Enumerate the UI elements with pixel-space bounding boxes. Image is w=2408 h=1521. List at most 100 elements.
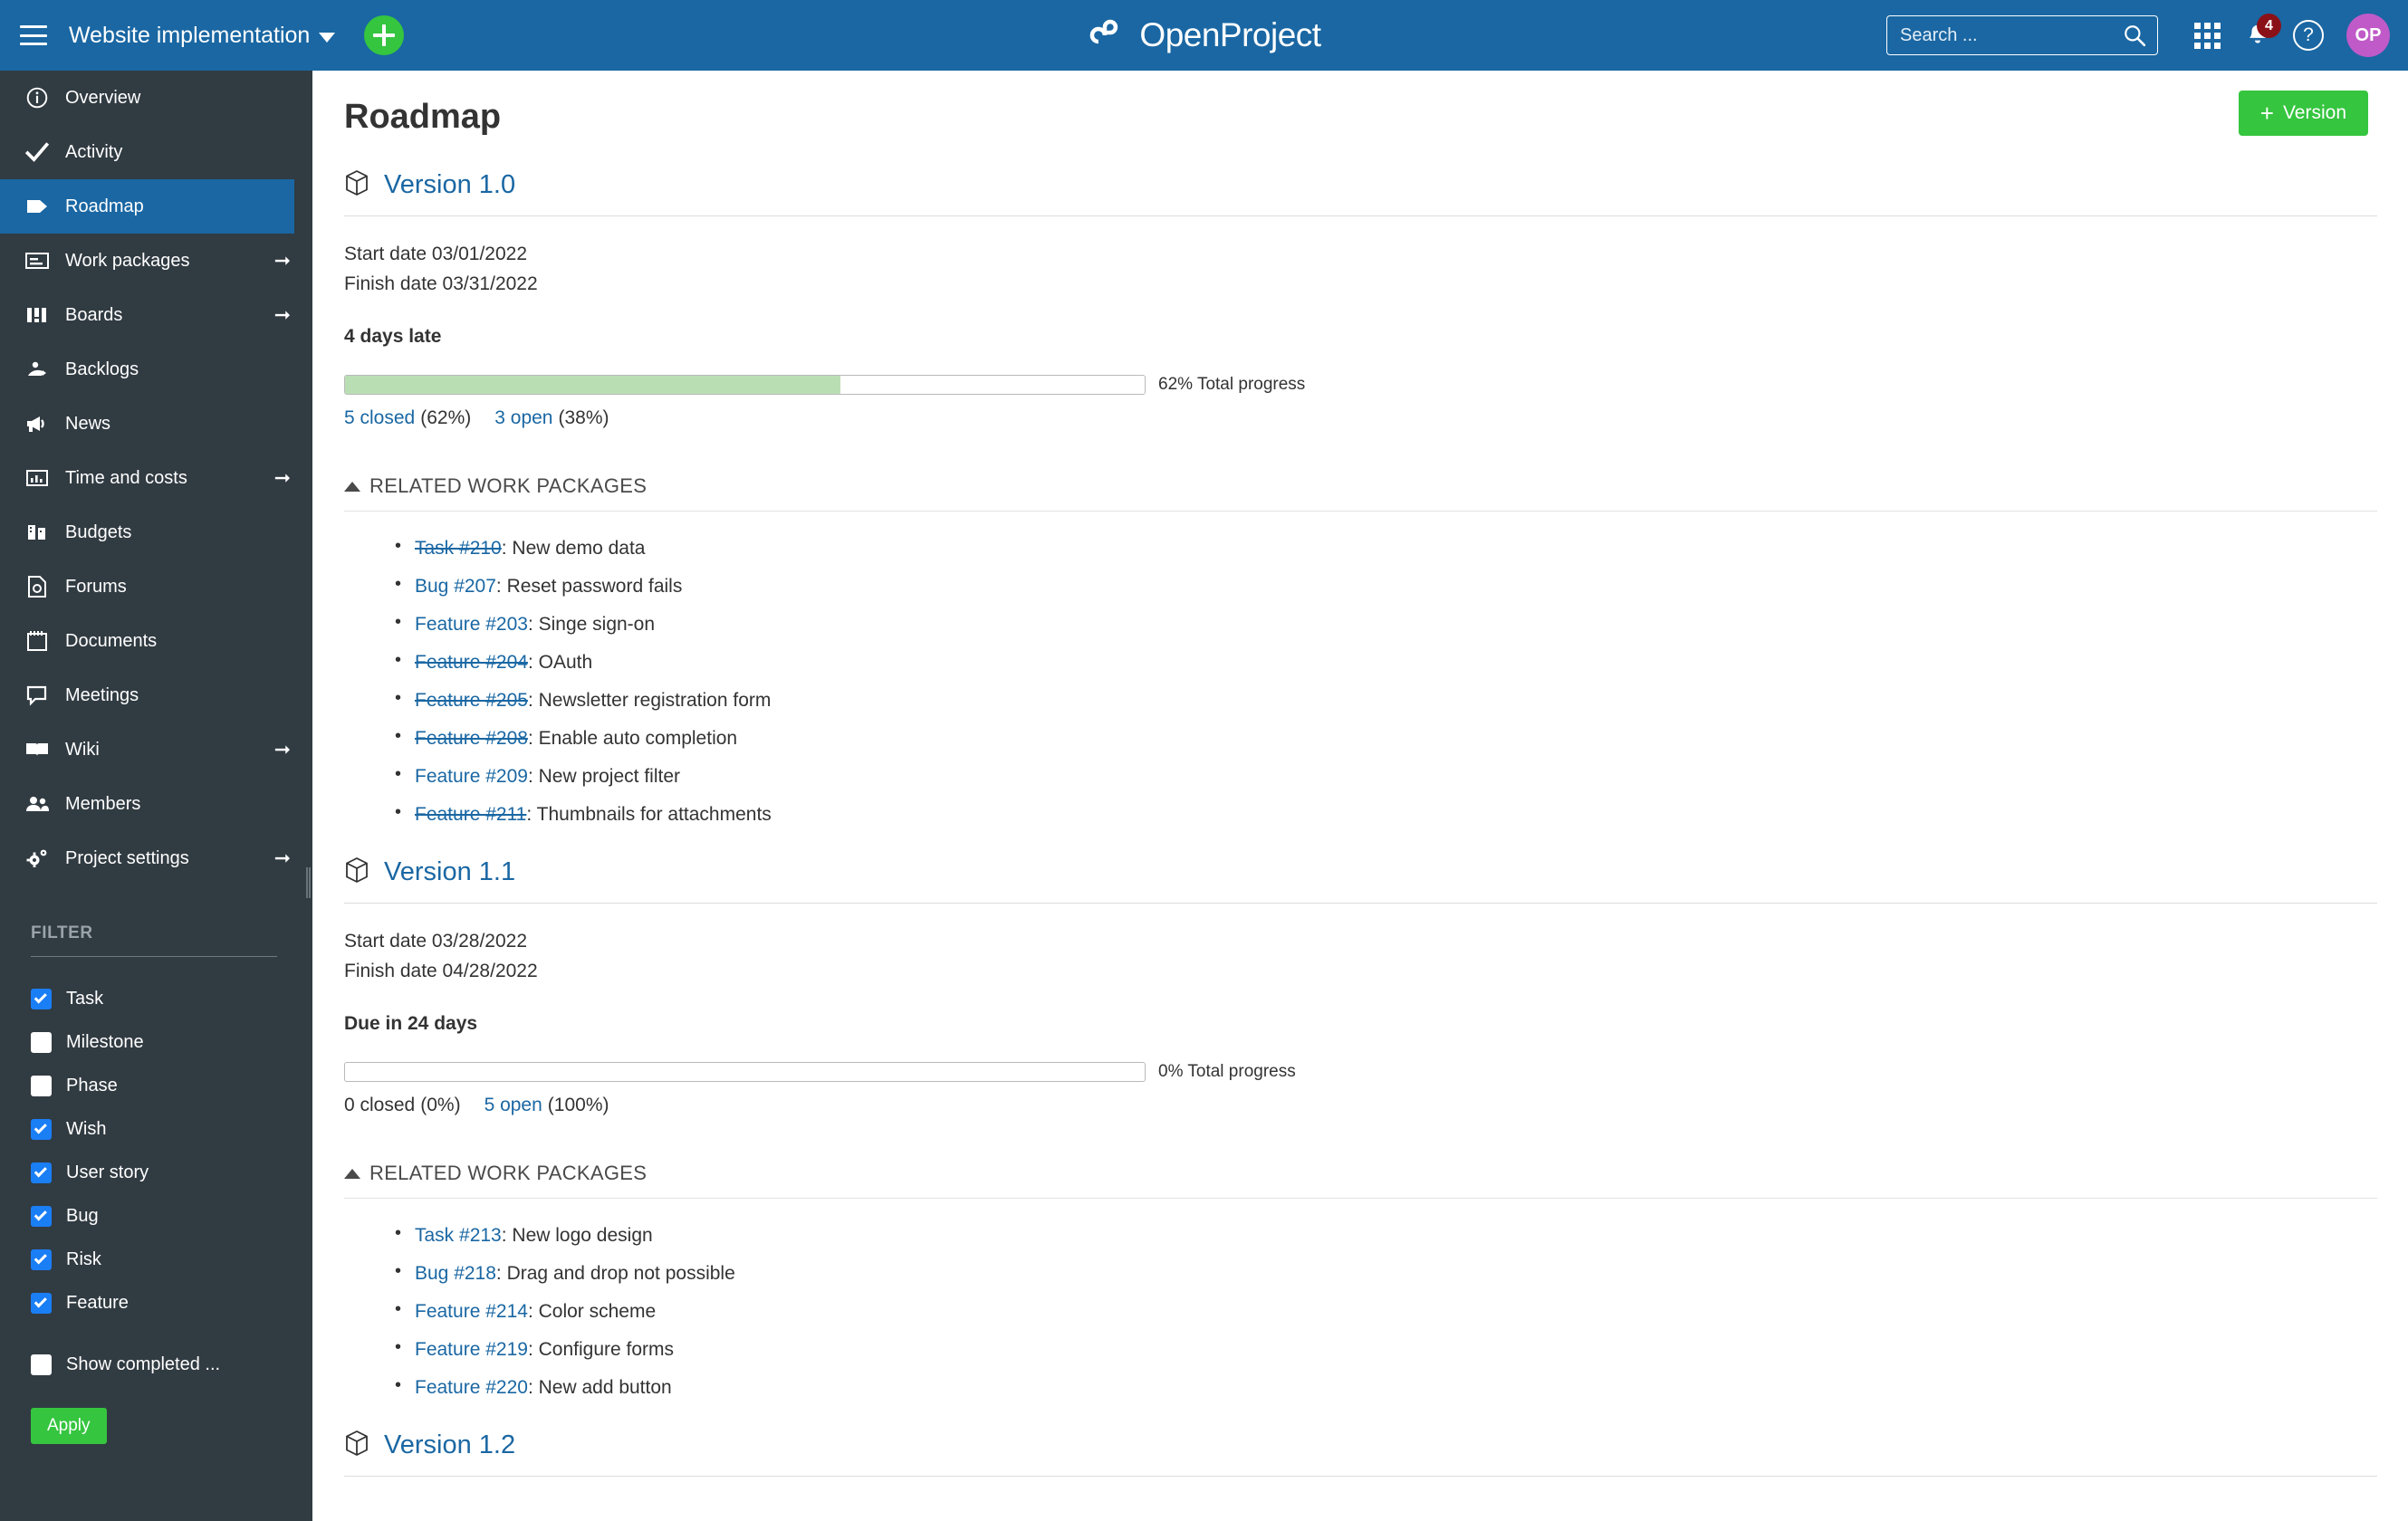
work-package-subject: Color scheme	[538, 1301, 657, 1323]
work-package-separator: :	[527, 690, 539, 712]
checkmark-icon	[22, 139, 53, 165]
version-block: Version 1.0 Start date 03/01/2022 Finish d…	[344, 169, 2377, 825]
gear-icon	[22, 847, 53, 869]
version-status-text: 4 days late	[344, 326, 442, 348]
related-work-packages-label: RELATED WORK PACKAGES	[369, 474, 648, 498]
filter-option-bug[interactable]: Bug	[31, 1194, 291, 1238]
sidebar-item-overview[interactable]: Overview	[0, 71, 312, 125]
work-package-link[interactable]: Feature #208	[415, 728, 528, 749]
list-item: Feature #219: Configure forms	[395, 1338, 2372, 1360]
checkbox-icon[interactable]	[31, 1031, 52, 1053]
open-count-link[interactable]: 3 open	[494, 407, 552, 429]
work-package-link[interactable]: Feature #204	[415, 652, 528, 673]
apply-button[interactable]: Apply	[31, 1408, 107, 1444]
list-item: Feature #214: Color scheme	[395, 1300, 2372, 1323]
list-item: Task #213: New logo design	[395, 1224, 2372, 1246]
sidebar-item-members[interactable]: Members	[0, 777, 312, 831]
checkbox-icon[interactable]	[31, 1162, 52, 1183]
filter-option-task[interactable]: Task	[31, 977, 291, 1020]
filter-option-feature[interactable]: Feature	[31, 1281, 291, 1325]
sidebar-item-label: Time and costs	[65, 467, 187, 488]
related-work-packages-toggle[interactable]: RELATED WORK PACKAGES	[344, 474, 2372, 498]
sidebar-resize-handle[interactable]	[306, 867, 311, 898]
sidebar-item-news[interactable]: News	[0, 397, 312, 451]
grid-icon	[2193, 22, 2221, 49]
sidebar-item-label: Work packages	[65, 250, 190, 271]
add-button[interactable]	[364, 15, 405, 55]
related-work-packages-toggle[interactable]: RELATED WORK PACKAGES	[344, 1162, 2372, 1185]
sidebar-item-meetings[interactable]: Meetings	[0, 668, 312, 722]
work-package-link[interactable]: Bug #207	[415, 576, 496, 597]
list-item: Task #210: New demo data	[395, 537, 2372, 559]
sidebar-item-roadmap[interactable]: Roadmap	[0, 179, 294, 234]
checkbox-icon[interactable]	[31, 1075, 52, 1096]
filter-option-milestone[interactable]: Milestone	[31, 1020, 291, 1064]
filter-label: Feature	[66, 1292, 129, 1313]
version-title-link[interactable]: Version 1.2	[384, 1430, 515, 1460]
work-package-link[interactable]: Feature #220	[415, 1377, 528, 1398]
arrow-right-icon[interactable]: ➞	[274, 738, 291, 761]
checkbox-icon[interactable]	[31, 1354, 52, 1375]
checkbox-icon[interactable]	[31, 1118, 52, 1140]
open-count-link[interactable]: 5 open	[484, 1095, 542, 1116]
notifications-button[interactable]: 4	[2232, 10, 2283, 61]
checkbox-icon[interactable]	[31, 988, 52, 1009]
arrow-right-icon[interactable]: ➞	[274, 466, 291, 490]
closed-count-link[interactable]: 5 closed	[344, 407, 415, 429]
work-package-link[interactable]: Feature #211	[415, 804, 526, 825]
sidebar-item-work-packages[interactable]: Work packages ➞	[0, 234, 312, 288]
checkbox-icon[interactable]	[31, 1205, 52, 1227]
sidebar-item-label: Project settings	[65, 847, 189, 868]
arrow-right-icon[interactable]: ➞	[274, 249, 291, 273]
sidebar-item-forums[interactable]: Forums	[0, 560, 312, 614]
arrow-right-icon[interactable]: ➞	[274, 847, 291, 870]
list-item: Feature #203: Singe sign-on	[395, 613, 2372, 635]
tag-icon	[22, 196, 53, 217]
work-package-link[interactable]: Feature #205	[415, 690, 528, 711]
sidebar-item-time-and-costs[interactable]: Time and costs ➞	[0, 451, 312, 505]
sidebar-item-boards[interactable]: Boards ➞	[0, 288, 312, 342]
sidebar-item-project-settings[interactable]: Project settings ➞	[0, 831, 312, 885]
version-title-link[interactable]: Version 1.0	[384, 170, 515, 200]
search-box[interactable]	[1886, 15, 2158, 55]
project-name: Website implementation	[69, 22, 311, 48]
sidebar-item-backlogs[interactable]: Backlogs	[0, 342, 312, 397]
work-package-link[interactable]: Task #213	[415, 1225, 502, 1246]
filter-option-wish[interactable]: Wish	[31, 1107, 291, 1151]
work-package-link[interactable]: Feature #214	[415, 1301, 528, 1322]
hamburger-icon[interactable]	[20, 25, 47, 45]
sidebar-item-wiki[interactable]: Wiki ➞	[0, 722, 312, 777]
work-package-link[interactable]: Feature #203	[415, 614, 528, 635]
arrow-right-icon[interactable]: ➞	[274, 303, 291, 327]
search-icon[interactable]	[2123, 24, 2146, 47]
sidebar-item-label: Roadmap	[65, 196, 144, 216]
work-package-separator: :	[527, 766, 539, 788]
work-package-subject: Enable auto completion	[538, 728, 738, 750]
work-package-link[interactable]: Task #210	[415, 538, 502, 559]
help-button[interactable]: ?	[2283, 10, 2334, 61]
filter-option-phase[interactable]: Phase	[31, 1064, 291, 1107]
finish-date: Finish date 04/28/2022	[344, 960, 538, 981]
work-package-link[interactable]: Feature #219	[415, 1339, 528, 1360]
work-package-link[interactable]: Bug #218	[415, 1263, 496, 1284]
filter-option-show-completed[interactable]: Show completed ...	[31, 1343, 291, 1386]
add-version-button[interactable]: + Version	[2238, 91, 2368, 136]
page-title: Roadmap	[344, 98, 502, 136]
filter-label: User story	[66, 1162, 149, 1182]
version-title-link[interactable]: Version 1.1	[384, 857, 515, 887]
sidebar-item-budgets[interactable]: Budgets	[0, 505, 312, 560]
checkbox-icon[interactable]	[31, 1292, 52, 1314]
search-input[interactable]	[1900, 24, 2108, 46]
filter-option-risk[interactable]: Risk	[31, 1238, 291, 1281]
checkbox-icon[interactable]	[31, 1248, 52, 1270]
sidebar-item-activity[interactable]: Activity	[0, 125, 312, 179]
project-selector[interactable]: Website implementation	[69, 22, 336, 49]
sidebar-item-documents[interactable]: Documents	[0, 614, 312, 668]
filter-option-user-story[interactable]: User story	[31, 1151, 291, 1194]
modules-button[interactable]	[2182, 10, 2232, 61]
sidebar: Overview Activity Roadmap Work packages ➞ Boa…	[0, 71, 312, 1521]
filter-label: Wish	[66, 1118, 107, 1139]
avatar[interactable]: OP	[2346, 14, 2390, 57]
work-package-link[interactable]: Feature #209	[415, 766, 528, 787]
plus-icon	[373, 24, 396, 46]
